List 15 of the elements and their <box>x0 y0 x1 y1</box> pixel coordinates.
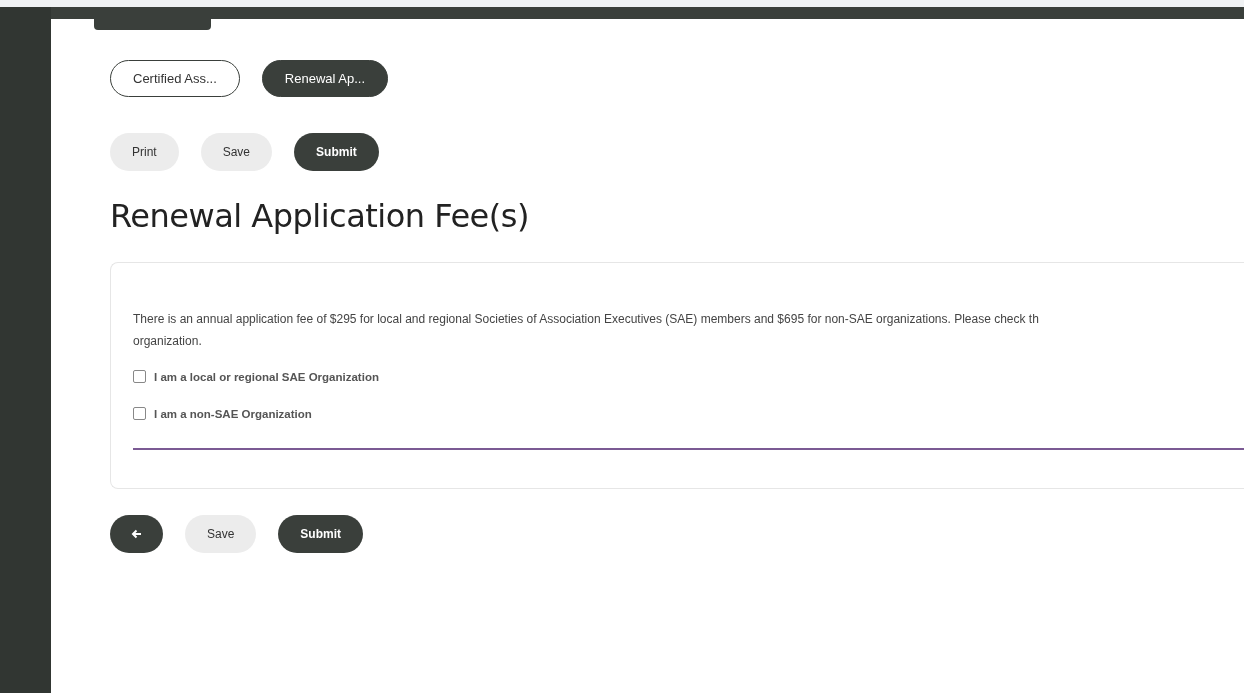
fee-description: There is an annual application fee of $295 for local and regional Societies of Association Executives (SAE) members and $695 for non-SAE organizations. Please check th organization. <box>133 311 1040 350</box>
checkbox-label: I am a non-SAE Organization <box>154 407 312 420</box>
section-tab[interactable]: Certified Ass... <box>110 60 240 97</box>
checkbox[interactable] <box>133 370 146 383</box>
checkbox-label: I am a local or regional SAE Organization <box>154 370 379 383</box>
action-button[interactable]: Save <box>185 515 257 553</box>
arrow-left-icon <box>131 529 142 539</box>
checkbox[interactable] <box>133 407 146 420</box>
back-button[interactable] <box>110 515 163 553</box>
page-title: Renewal Application Fee(s) <box>110 197 530 235</box>
action-button[interactable]: Print <box>110 133 179 171</box>
submit-button[interactable]: Submit <box>278 515 364 553</box>
submit-button[interactable]: Submit <box>294 133 379 171</box>
section-tab[interactable]: Renewal Ap... <box>261 60 389 97</box>
action-button[interactable]: Save <box>200 133 273 171</box>
